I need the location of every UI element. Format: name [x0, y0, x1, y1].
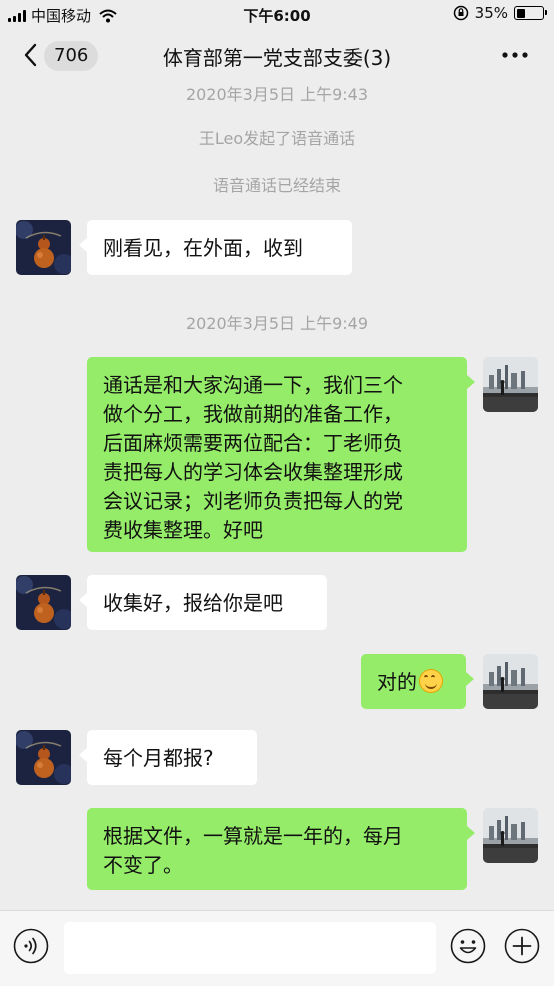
more-button[interactable]	[498, 40, 532, 70]
message-line: 后面麻烦需要两位配合：丁老师负	[103, 431, 403, 455]
voice-icon[interactable]	[13, 928, 49, 964]
carrier-label: 中国移动	[31, 7, 92, 25]
smile-emoji-icon	[419, 669, 443, 693]
status-right: 35%	[453, 4, 547, 22]
message-bubble[interactable]: 根据文件，一算就是一年的，每月 不变了。	[87, 808, 475, 890]
self-avatar[interactable]	[483, 654, 538, 709]
avatar[interactable]	[16, 575, 71, 630]
message-text: 每个月都报?	[103, 746, 214, 770]
avatar[interactable]	[16, 730, 71, 785]
more-icon	[502, 52, 528, 58]
message-bubble[interactable]: 通话是和大家沟通一下，我们三个 做个分工，我做前期的准备工作， 后面麻烦需要两位…	[87, 357, 475, 552]
emoji-icon[interactable]	[450, 928, 486, 964]
message-line: 通话是和大家沟通一下，我们三个	[103, 373, 403, 397]
battery-percent: 35%	[474, 4, 508, 22]
avatar[interactable]	[16, 220, 71, 275]
city-skyline-avatar-icon	[483, 357, 538, 412]
message-line: 根据文件，一算就是一年的，每月	[103, 824, 403, 848]
status-left: 中国移动	[8, 5, 117, 26]
message-line: 不变了。	[103, 853, 183, 877]
battery-fill	[516, 8, 525, 18]
gourd-avatar-icon	[16, 575, 71, 630]
message-bubble[interactable]: 对的	[361, 654, 474, 709]
chat-title: 体育部第一党支部支委(3)	[162, 46, 392, 70]
message-bubble[interactable]: 刚看见，在外面，收到	[79, 220, 352, 275]
chevron-left-icon	[24, 43, 37, 67]
city-skyline-avatar-icon	[483, 808, 538, 863]
self-avatar[interactable]	[483, 357, 538, 412]
plus-icon[interactable]	[504, 928, 540, 964]
message-bubble[interactable]: 每个月都报?	[79, 730, 257, 785]
timestamp: 2020年3月5日 上午9:43	[185, 85, 369, 104]
signal-icon	[8, 9, 26, 22]
rotation-lock-icon	[453, 5, 468, 21]
wifi-icon	[99, 9, 117, 22]
message-line: 做个分工，我做前期的准备工作，	[103, 402, 403, 426]
self-avatar[interactable]	[483, 808, 538, 863]
battery-icon	[514, 6, 547, 20]
gourd-avatar-icon	[16, 220, 71, 275]
unread-count-badge[interactable]: 706	[44, 41, 99, 71]
message-text: 对的	[377, 670, 417, 694]
message-text: 刚看见，在外面，收到	[103, 236, 303, 260]
system-message: 王Leo发起了语音通话	[198, 129, 356, 148]
message-line: 会议记录；刘老师负责把每人的党	[103, 489, 403, 513]
input-bar	[0, 910, 554, 986]
chat-header: 706 体育部第一党支部支委(3)	[0, 28, 554, 84]
status-bar: 中国移动 下午6:00 35%	[0, 0, 554, 28]
system-message: 语音通话已经结束	[212, 176, 341, 195]
message-list[interactable]: 2020年3月5日 上午9:43 王Leo发起了语音通话 语音通话已经结束 刚看…	[0, 84, 554, 910]
message-input[interactable]	[64, 922, 436, 974]
message-bubble[interactable]: 收集好，报给你是吧	[79, 575, 327, 630]
message-text: 收集好，报给你是吧	[103, 591, 283, 615]
city-skyline-avatar-icon	[483, 654, 538, 709]
message-line: 费收集整理。好吧	[103, 518, 263, 542]
gourd-avatar-icon	[16, 730, 71, 785]
timestamp: 2020年3月5日 上午9:49	[185, 314, 369, 333]
back-button[interactable]	[16, 38, 44, 72]
message-line: 责把每人的学习体会收集整理形成	[103, 460, 403, 484]
